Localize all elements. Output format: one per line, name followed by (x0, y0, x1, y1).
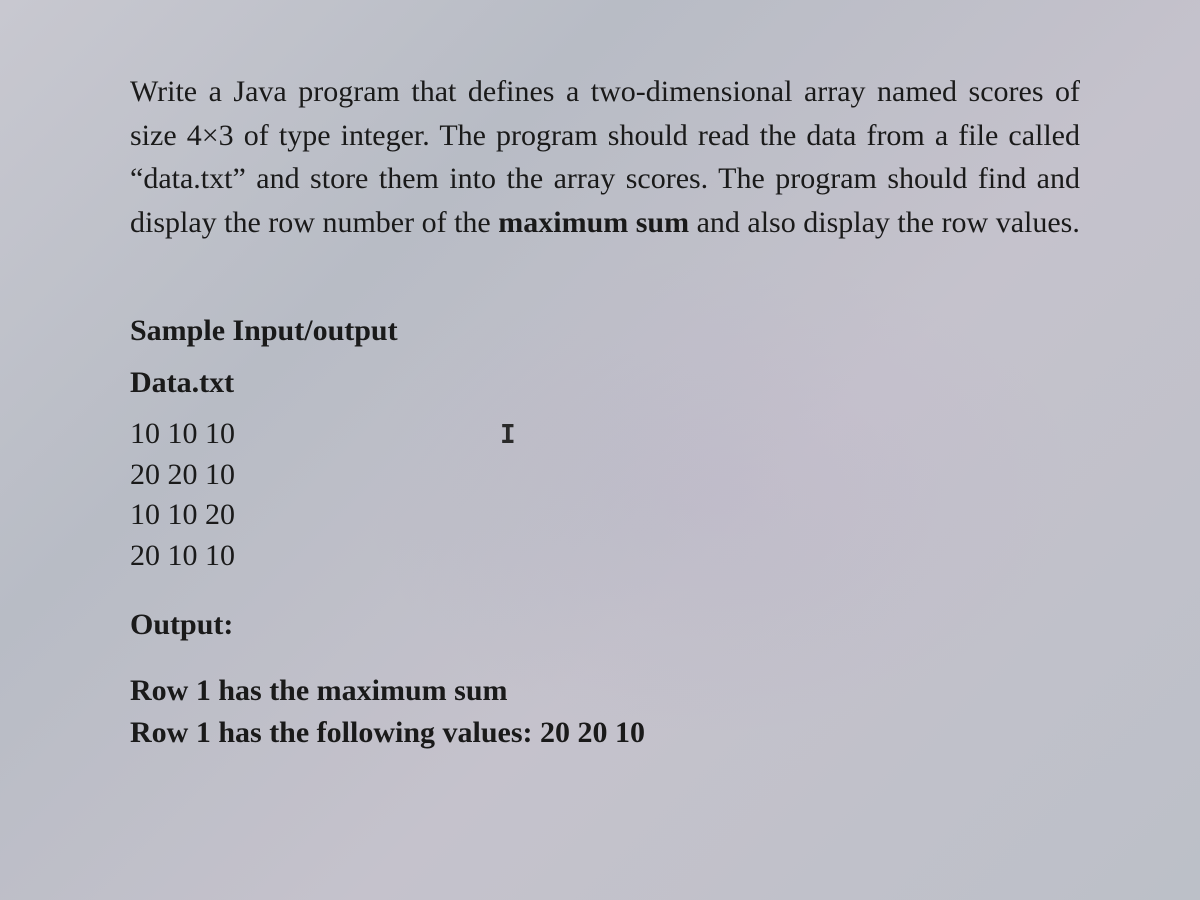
output-line: Row 1 has the following values: 20 20 10 (130, 712, 1080, 754)
problem-statement: Write a Java program that defines a two-… (130, 70, 1080, 244)
sample-io-heading: Sample Input/output (130, 314, 1080, 348)
data-row: 10 10 10 (130, 414, 1080, 455)
output-contents: Row 1 has the maximum sum Row 1 has the … (130, 670, 1080, 754)
data-row: 10 10 20 (130, 495, 1080, 536)
data-row: 20 20 10 (130, 455, 1080, 496)
data-row: 20 10 10 (130, 536, 1080, 577)
data-file-label: Data.txt (130, 366, 1080, 400)
document-page: Write a Java program that defines a two-… (130, 70, 1080, 754)
problem-bold-phrase: maximum sum (498, 206, 689, 239)
data-file-contents: 10 10 10 20 20 10 10 10 20 20 10 10 (130, 414, 1080, 576)
problem-text-after: and also display the row values. (689, 206, 1080, 239)
output-line: Row 1 has the maximum sum (130, 670, 1080, 712)
output-label: Output: (130, 608, 1080, 642)
